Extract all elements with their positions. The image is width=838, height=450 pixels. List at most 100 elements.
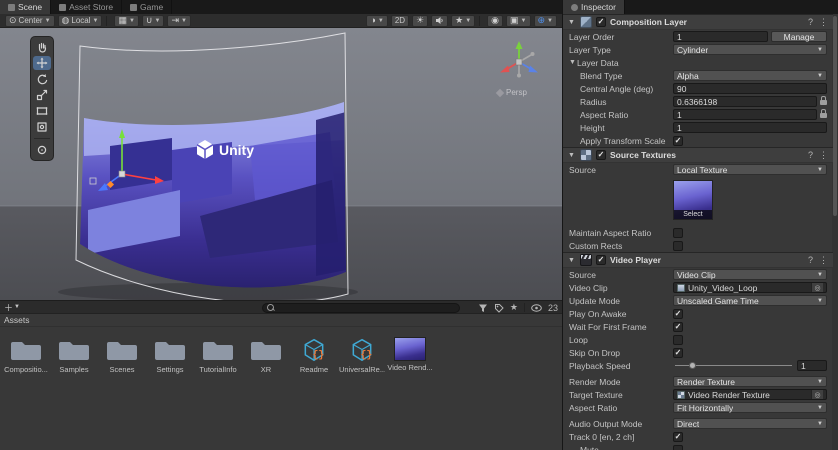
- project-item-compositio[interactable]: Compositio...: [2, 337, 50, 445]
- manage-button[interactable]: Manage: [771, 31, 827, 42]
- project-item-readme[interactable]: {} Readme: [290, 337, 338, 445]
- snap-increment-button[interactable]: ⇥ ▼: [167, 15, 191, 27]
- save-search-icon[interactable]: ★: [510, 302, 518, 313]
- apply-transform-scale-checkbox[interactable]: ✓: [673, 136, 683, 146]
- help-icon[interactable]: ?: [808, 255, 813, 266]
- video-source-dropdown[interactable]: Video Clip ▼: [673, 269, 827, 280]
- project-search-input[interactable]: [262, 303, 460, 313]
- playback-speed-slider[interactable]: [673, 360, 794, 371]
- chevron-down-icon: ▼: [378, 18, 384, 24]
- project-breadcrumb[interactable]: Assets: [0, 314, 562, 327]
- project-item-scenes[interactable]: Scenes: [98, 337, 146, 445]
- project-item-settings[interactable]: Settings: [146, 337, 194, 445]
- tab-inspector[interactable]: Inspector: [563, 0, 625, 14]
- track-0-checkbox[interactable]: ✓: [673, 432, 683, 442]
- tab-asset-store[interactable]: Asset Store: [51, 0, 122, 14]
- render-mode-dropdown[interactable]: Render Texture ▼: [673, 376, 827, 387]
- move-tool-button[interactable]: [33, 56, 51, 70]
- texture-preview[interactable]: Select: [673, 180, 713, 220]
- camera-target-button[interactable]: ⊕ ▼: [534, 15, 558, 27]
- video-player-icon: [580, 254, 592, 266]
- object-picker-icon[interactable]: ◎: [811, 390, 823, 399]
- tab-game[interactable]: Game: [122, 0, 172, 14]
- aspect-ratio-field[interactable]: 1: [673, 109, 817, 120]
- object-picker-icon[interactable]: ◎: [811, 283, 823, 292]
- project-item-video-render[interactable]: Video Rend...: [386, 337, 434, 445]
- video-clip-object-field[interactable]: Unity_Video_Loop ◎: [673, 282, 827, 293]
- tab-scene[interactable]: Scene: [0, 0, 51, 14]
- foldout-icon[interactable]: ▼: [568, 152, 576, 159]
- target-texture-object-field[interactable]: Video Render Texture ◎: [673, 389, 827, 400]
- composition-layer-header[interactable]: ▼ ✓ Composition Layer ? ⋮: [563, 14, 833, 30]
- loop-checkbox[interactable]: [673, 335, 683, 345]
- playback-speed-field[interactable]: 1: [797, 360, 827, 371]
- kebab-menu-icon[interactable]: ⋮: [819, 255, 828, 266]
- radius-field[interactable]: 0.6366198: [673, 96, 817, 107]
- scrollbar-thumb[interactable]: [833, 16, 837, 216]
- update-mode-dropdown[interactable]: Unscaled Game Time ▼: [673, 295, 827, 306]
- effects-toggle-button[interactable]: ★ ▼: [451, 15, 475, 27]
- mute-checkbox[interactable]: [673, 445, 683, 450]
- layer-order-field[interactable]: 1: [673, 31, 768, 42]
- project-item-xr[interactable]: XR: [242, 337, 290, 445]
- row-central-angle: Central Angle (deg) 90: [563, 82, 833, 95]
- central-angle-field[interactable]: 90: [673, 83, 827, 94]
- scene-viewport[interactable]: Unity: [0, 28, 562, 300]
- source-textures-header[interactable]: ▼ ✓ Source Textures ? ⋮: [563, 147, 833, 163]
- create-asset-button[interactable]: ＋ ▼: [4, 301, 20, 314]
- lock-icon[interactable]: [820, 100, 827, 105]
- component-enabled-checkbox[interactable]: ✓: [596, 150, 606, 160]
- layer-type-dropdown[interactable]: Cylinder ▼: [673, 44, 827, 55]
- maintain-aspect-checkbox[interactable]: [673, 228, 683, 238]
- row-update-mode: Update Mode Unscaled Game Time ▼: [563, 294, 833, 307]
- help-icon[interactable]: ?: [808, 17, 813, 28]
- hidden-objects-button[interactable]: ◉: [487, 15, 503, 27]
- gizmos-button[interactable]: ▣ ▼: [506, 15, 530, 27]
- row-layer-data[interactable]: ▼ Layer Data: [563, 56, 833, 69]
- orientation-button[interactable]: ◍ Local ▼: [58, 15, 103, 27]
- hidden-packages-eye-icon[interactable]: [531, 304, 542, 312]
- video-player-header[interactable]: ▼ ✓ Video Player ? ⋮: [563, 252, 833, 268]
- aspect-ratio-dropdown[interactable]: Fit Horizontally ▼: [673, 402, 827, 413]
- rotate-tool-button[interactable]: [33, 72, 51, 86]
- filter-type-icon[interactable]: [478, 303, 488, 313]
- slider-thumb[interactable]: [689, 362, 696, 369]
- transform-tool-button[interactable]: [33, 120, 51, 134]
- scale-tool-button[interactable]: [33, 88, 51, 102]
- audio-toggle-button[interactable]: [431, 15, 448, 27]
- lock-icon[interactable]: [820, 113, 827, 118]
- view-tool-button[interactable]: [33, 40, 51, 54]
- blend-type-dropdown[interactable]: Alpha ▼: [673, 70, 827, 81]
- skip-on-drop-checkbox[interactable]: ✓: [673, 348, 683, 358]
- filter-label-icon[interactable]: [494, 303, 504, 313]
- select-texture-button[interactable]: Select: [674, 210, 712, 219]
- component-enabled-checkbox[interactable]: ✓: [596, 17, 606, 27]
- snap-toggle-button[interactable]: ∪ ▼: [142, 15, 165, 27]
- rect-tool-button[interactable]: [33, 104, 51, 118]
- help-icon[interactable]: ?: [808, 150, 813, 161]
- foldout-icon[interactable]: ▼: [569, 59, 577, 66]
- toggle-2d-button[interactable]: 2D: [391, 15, 409, 27]
- custom-rects-checkbox[interactable]: [673, 241, 683, 251]
- projection-label[interactable]: Persp: [497, 88, 527, 97]
- project-item-universalre[interactable]: {} UniversalRe...: [338, 337, 386, 445]
- pivot-mode-button[interactable]: ⊙ Center ▼: [5, 15, 55, 27]
- video-texture: [80, 102, 346, 288]
- texture-source-dropdown[interactable]: Local Texture ▼: [673, 164, 827, 175]
- foldout-icon[interactable]: ▼: [568, 257, 576, 264]
- kebab-menu-icon[interactable]: ⋮: [819, 150, 828, 161]
- lighting-toggle-button[interactable]: ☀: [412, 15, 428, 27]
- foldout-icon[interactable]: ▼: [568, 19, 576, 26]
- shading-mode-button[interactable]: ◑ ▼: [366, 15, 387, 27]
- custom-tool-button[interactable]: [33, 143, 51, 157]
- grid-visibility-button[interactable]: ▦ ▼: [114, 15, 138, 27]
- folder-icon: [106, 337, 138, 363]
- project-item-samples[interactable]: Samples: [50, 337, 98, 445]
- play-on-awake-checkbox[interactable]: ✓: [673, 309, 683, 319]
- kebab-menu-icon[interactable]: ⋮: [819, 17, 828, 28]
- height-field[interactable]: 1: [673, 122, 827, 133]
- component-enabled-checkbox[interactable]: ✓: [596, 255, 606, 265]
- wait-first-frame-checkbox[interactable]: ✓: [673, 322, 683, 332]
- project-item-tutorialinfo[interactable]: TutorialInfo: [194, 337, 242, 445]
- audio-output-mode-dropdown[interactable]: Direct ▼: [673, 418, 827, 429]
